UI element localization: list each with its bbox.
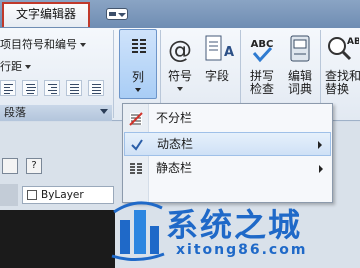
justify-icon[interactable]	[66, 80, 82, 96]
at-sign-icon: @	[168, 36, 192, 64]
edit-dictionary-label: 编辑 词典	[282, 70, 318, 96]
watermark-en: xitong86.com	[176, 242, 308, 258]
submenu-arrow-icon	[318, 141, 322, 149]
align-center-icon[interactable]	[22, 80, 38, 96]
align-right-icon[interactable]	[44, 80, 60, 96]
menu-item-no-columns[interactable]: 不分栏	[124, 107, 331, 131]
edit-dictionary-button[interactable]: 编辑 词典	[282, 32, 318, 98]
paragraph-panel-label: 段落	[0, 105, 112, 121]
find-replace-label-line2: 替换	[325, 82, 350, 96]
field-icon: A	[205, 35, 234, 61]
dictionary-icon	[290, 35, 310, 62]
chevron-down-icon	[177, 87, 183, 91]
menu-item-static-columns[interactable]: 静态栏	[124, 157, 331, 181]
line-spacing-button[interactable]: 行距	[0, 58, 31, 74]
scroll-handle[interactable]	[0, 184, 18, 206]
bylayer-dropdown[interactable]: ByLayer	[22, 186, 114, 204]
columns-menu: 不分栏 动态栏 静态栏	[122, 103, 333, 203]
watermark-cn: 系统之城	[166, 206, 303, 244]
paragraph-label: 段落	[4, 106, 26, 119]
spell-check-button[interactable]: ABC 拼写 检查	[244, 32, 280, 98]
submenu-arrow-icon	[319, 165, 323, 173]
chevron-down-icon	[135, 88, 141, 92]
quick-access-dropdown-icon[interactable]	[106, 8, 128, 20]
menu-item-label: 动态栏	[157, 137, 194, 151]
bullets-numbering-label: 项目符号和编号	[0, 38, 77, 51]
distribute-icon[interactable]	[88, 80, 104, 96]
color-swatch-icon	[27, 190, 37, 200]
columns-icon	[132, 39, 146, 55]
columns-button[interactable]: 列	[119, 29, 157, 99]
find-replace-button[interactable]: AB 查找和 替换	[323, 32, 360, 98]
align-left-icon[interactable]	[0, 80, 16, 96]
panel-expand-icon[interactable]	[100, 109, 108, 114]
menu-item-label: 不分栏	[156, 111, 193, 125]
symbol-button[interactable]: @ 符号	[162, 32, 198, 98]
field-button[interactable]: A 字段	[199, 32, 235, 98]
find-replace-label: 查找和 替换	[325, 70, 360, 96]
bullets-numbering-button[interactable]: 项目符号和编号	[0, 36, 86, 52]
text-editor-tab[interactable]: 文字编辑器	[2, 2, 90, 27]
menu-item-dynamic-columns[interactable]: 动态栏	[124, 132, 331, 156]
field-label: 字段	[204, 69, 229, 83]
model-space[interactable]	[0, 210, 115, 268]
chevron-down-icon	[25, 65, 31, 69]
edit-dictionary-label-line2: 词典	[287, 82, 312, 96]
bylayer-value: ByLayer	[41, 189, 84, 201]
menu-item-label: 静态栏	[156, 161, 193, 175]
divider	[113, 30, 114, 118]
columns-label: 列	[131, 70, 144, 84]
spell-check-label: 拼写 检查	[244, 70, 280, 96]
help-button[interactable]: ?	[26, 158, 42, 174]
static-columns-icon	[130, 163, 142, 174]
title-bar: 文字编辑器	[0, 0, 360, 28]
svg-text:@: @	[168, 36, 192, 64]
layer-button[interactable]	[2, 158, 18, 174]
symbol-label: 符号	[167, 69, 192, 83]
line-spacing-label: 行距	[0, 60, 22, 73]
spell-check-label-line2: 检查	[249, 82, 274, 96]
city-logo-icon	[111, 201, 165, 261]
checkmark-icon	[131, 139, 143, 151]
no-columns-icon	[129, 112, 143, 126]
find-replace-icon: AB	[328, 37, 360, 61]
svg-text:AB: AB	[347, 37, 359, 47]
svg-text:A: A	[224, 45, 234, 60]
watermark: 系统之城 xitong86.com	[110, 196, 360, 268]
tool-row: ?	[0, 156, 115, 178]
chevron-down-icon	[80, 43, 86, 47]
spell-check-icon: ABC	[251, 39, 273, 63]
